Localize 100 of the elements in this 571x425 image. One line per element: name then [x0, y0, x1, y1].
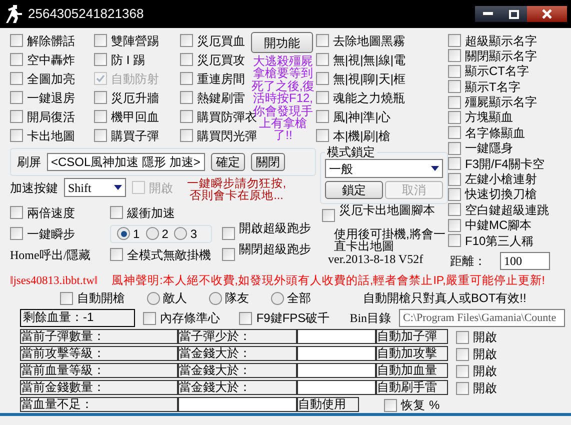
status-cell: 當前金錢數量：	[20, 380, 178, 396]
checkbox-label: 快速切換刀槍	[465, 187, 537, 202]
checkbox[interactable]	[448, 126, 461, 140]
checkbox-label: 關閉顯示名字	[465, 48, 537, 63]
checkbox[interactable]	[448, 234, 461, 248]
checkbox[interactable]	[448, 49, 461, 62]
checkbox[interactable]	[448, 110, 461, 124]
radio-label: 全部	[287, 291, 311, 306]
checkbox[interactable]	[448, 172, 461, 186]
radio-button[interactable]	[271, 292, 284, 305]
checkbox[interactable]	[10, 72, 23, 85]
checkbox[interactable]	[10, 206, 23, 219]
checkbox-label: 方塊顯血	[465, 110, 513, 124]
checkbox-label: 開啟	[473, 381, 497, 396]
mode-lock-title: 模式鎖定	[326, 145, 376, 159]
checkbox[interactable]	[448, 218, 461, 232]
checkbox[interactable]	[10, 227, 23, 240]
spam-field[interactable]: <CSOL風神加速 隱形 加速>	[47, 153, 205, 171]
checkbox[interactable]	[94, 91, 107, 104]
checkbox[interactable]	[94, 110, 107, 123]
distance-field[interactable]: 100	[500, 252, 550, 270]
checkbox-label: 災厄卡出地圖腳本	[339, 205, 435, 216]
checkbox[interactable]	[180, 91, 193, 104]
checkbox-label: 災厄升牆	[111, 90, 159, 104]
checkbox[interactable]	[180, 72, 193, 85]
checkbox-label: 自動防射	[111, 72, 159, 86]
checkbox[interactable]	[456, 330, 469, 344]
radio-button[interactable]	[209, 292, 222, 305]
close-spam-button[interactable]: 關閉	[251, 153, 285, 171]
checkbox[interactable]	[10, 53, 23, 66]
condition-cell: 當金錢大於：	[178, 380, 297, 396]
checkbox[interactable]	[94, 53, 107, 66]
checkbox-label: 緩衝加速	[127, 206, 175, 220]
value-field[interactable]	[297, 329, 376, 344]
minimize-button[interactable]	[475, 6, 501, 22]
value-field[interactable]	[178, 397, 297, 412]
checkbox[interactable]	[60, 292, 73, 305]
checkbox[interactable]	[456, 364, 469, 378]
value-field[interactable]	[297, 363, 376, 378]
site-link[interactable]: ‖jses40813.ibbt.tw‖	[10, 274, 98, 288]
function-button[interactable]: 開功能	[251, 32, 313, 53]
bin-path-field[interactable]: C:\Program Files\Gamania\Counte	[399, 309, 565, 328]
checkbox[interactable]	[448, 64, 461, 78]
checkbox[interactable]	[316, 129, 329, 142]
condition-cell: 當子彈少於：	[178, 329, 297, 344]
checkbox[interactable]	[322, 209, 335, 222]
radio-button[interactable]	[174, 227, 188, 240]
checkbox[interactable]	[448, 34, 461, 47]
version-text: ver.2013-8-18 V52f	[327, 252, 424, 266]
checkbox-label: 開啟	[473, 330, 497, 344]
checkbox[interactable]	[94, 34, 107, 47]
checkbox[interactable]	[180, 53, 193, 66]
radio-button[interactable]	[147, 292, 160, 305]
radio-button[interactable]	[146, 227, 159, 240]
checkbox[interactable]	[110, 248, 123, 261]
value-field[interactable]	[297, 346, 376, 362]
checkbox[interactable]	[316, 53, 329, 66]
checkbox[interactable]	[448, 157, 461, 170]
checkbox[interactable]	[94, 129, 107, 142]
checkbox[interactable]	[10, 34, 23, 47]
checkbox[interactable]	[384, 398, 397, 412]
mode-dropdown[interactable]: 一般	[325, 159, 443, 178]
checkbox[interactable]	[448, 96, 461, 109]
checkbox[interactable]	[448, 203, 461, 216]
checkbox[interactable]	[316, 34, 329, 47]
checkbox-label: 一鍵瞬步	[27, 226, 75, 240]
checkbox[interactable]	[10, 91, 23, 104]
checkbox[interactable]	[316, 91, 329, 104]
lock-button[interactable]: 鎖定	[325, 181, 383, 199]
speed-key-dropdown[interactable]: Shift	[64, 178, 126, 197]
checkbox[interactable]	[10, 129, 23, 142]
radio-button[interactable]	[117, 227, 130, 240]
checkbox[interactable]	[456, 348, 469, 361]
checkbox[interactable]	[110, 206, 123, 219]
confirm-button[interactable]: 確定	[211, 153, 245, 171]
checkbox[interactable]	[222, 248, 235, 260]
checkbox-label: 關閉超級跑步	[239, 244, 311, 254]
checkbox[interactable]	[180, 129, 193, 142]
checkbox[interactable]	[448, 80, 461, 94]
checkbox[interactable]	[448, 142, 461, 155]
checkbox-label: 開啟	[473, 347, 497, 362]
checkbox-label: 開啟	[149, 180, 173, 194]
checkbox[interactable]	[180, 110, 193, 123]
close-button[interactable]	[527, 6, 567, 22]
checkbox[interactable]	[10, 110, 23, 123]
checkbox[interactable]	[448, 188, 461, 201]
checkbox-label: 開局復活	[27, 110, 75, 124]
spam-label: 刷屏	[17, 155, 41, 169]
checkbox[interactable]	[222, 226, 235, 240]
checkbox[interactable]	[456, 382, 469, 395]
checkbox[interactable]	[239, 312, 252, 325]
checkbox[interactable]	[316, 72, 329, 85]
checkbox[interactable]	[316, 110, 329, 123]
action-cell: 自動使用	[297, 397, 359, 412]
checkbox[interactable]	[180, 34, 193, 47]
warning-text: 一鍵瞬步請勿狂按,否則會卡在原地...	[186, 178, 288, 202]
maximize-button[interactable]	[501, 6, 527, 22]
checkbox[interactable]	[142, 312, 156, 325]
value-field[interactable]	[297, 380, 376, 396]
close-icon	[542, 9, 552, 19]
